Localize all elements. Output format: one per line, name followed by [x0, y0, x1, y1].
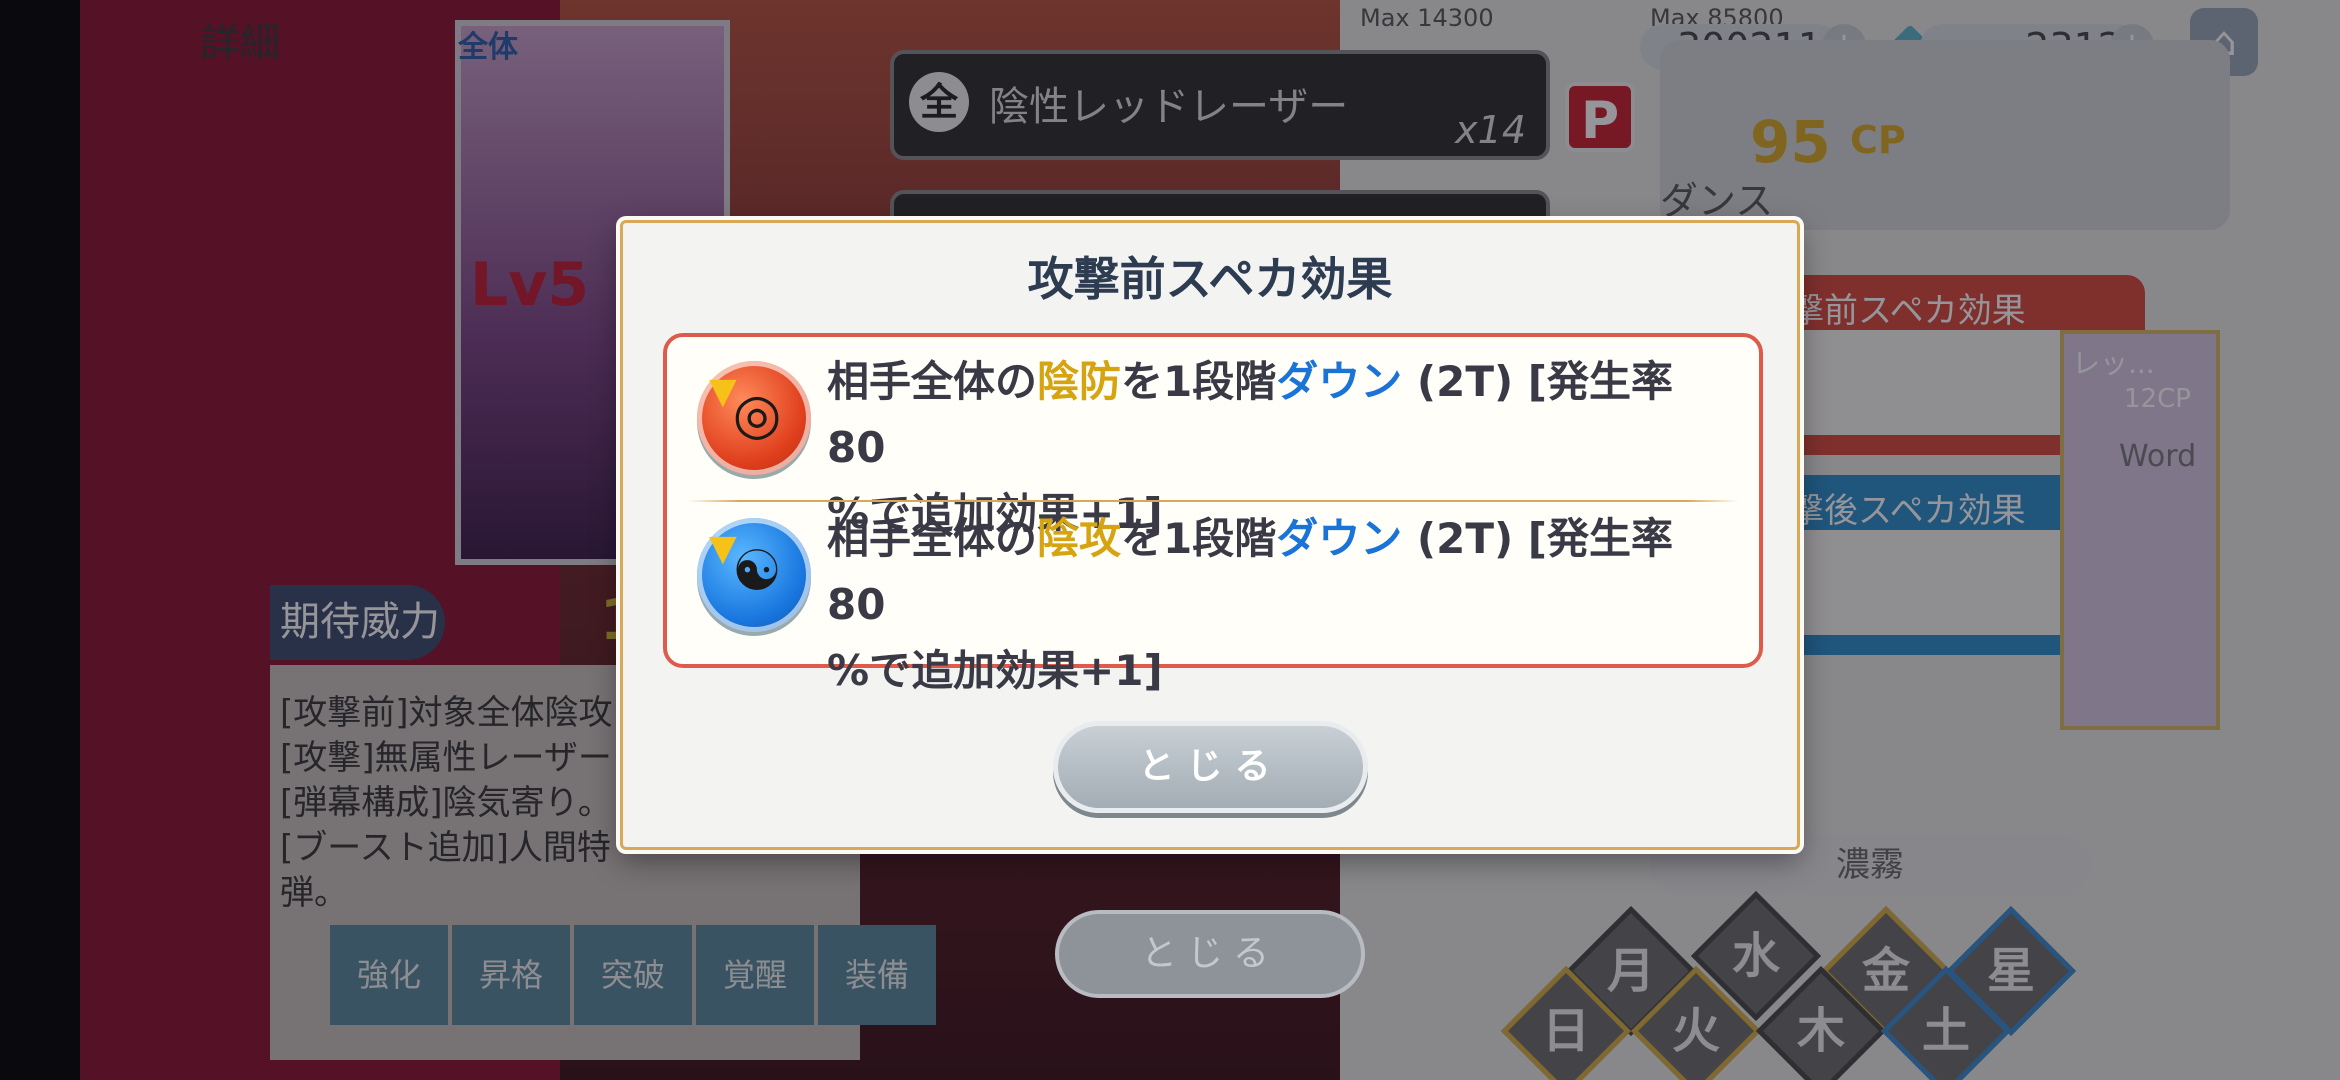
effect-mid: を1段階	[1121, 514, 1277, 563]
effect-mid: を1段階	[1121, 357, 1277, 406]
effect-list: ▼ ◎ 相手全体の陰防を1段階ダウン (2T) [発生率80 %で追加効果+1] …	[663, 333, 1763, 695]
shield-swirl-icon: ◎	[732, 382, 782, 447]
effect-stat: 陰攻	[1037, 514, 1122, 563]
defense-down-icon: ▼ ◎	[697, 361, 811, 475]
effect-verb: ダウン	[1276, 357, 1403, 406]
game-screen: 詳細 Max 14300 Max 85800 300211 + 2312 + ⌂…	[0, 0, 2340, 1080]
close-button[interactable]: とじる	[1053, 721, 1368, 813]
effect-line2: %で追加効果+1]	[827, 646, 1163, 695]
modal-title: 攻撃前スペカ効果	[1027, 252, 1393, 306]
effect-row: ▼ ◎ 相手全体の陰防を1段階ダウン (2T) [発生率80 %で追加効果+1]	[697, 343, 1737, 538]
effect-row: ▼ ☯ 相手全体の陰攻を1段階ダウン (2T) [発生率80 %で追加効果+1]	[697, 500, 1737, 695]
yin-wave-icon: ☯	[731, 539, 783, 604]
effect-stat: 陰防	[1037, 357, 1122, 406]
effect-prefix: 相手全体の	[827, 514, 1038, 563]
effect-text: 相手全体の陰攻を1段階ダウン (2T) [発生率80 %で追加効果+1]	[827, 506, 1727, 704]
effect-modal: 攻撃前スペカ効果 ▼ ◎ 相手全体の陰防を1段階ダウン (2T) [発生率80%…	[620, 220, 1800, 850]
effect-verb: ダウン	[1276, 514, 1403, 563]
attack-down-icon: ▼ ☯	[697, 518, 811, 632]
effect-prefix: 相手全体の	[827, 357, 1038, 406]
background-close-button: とじる	[1055, 910, 1365, 998]
